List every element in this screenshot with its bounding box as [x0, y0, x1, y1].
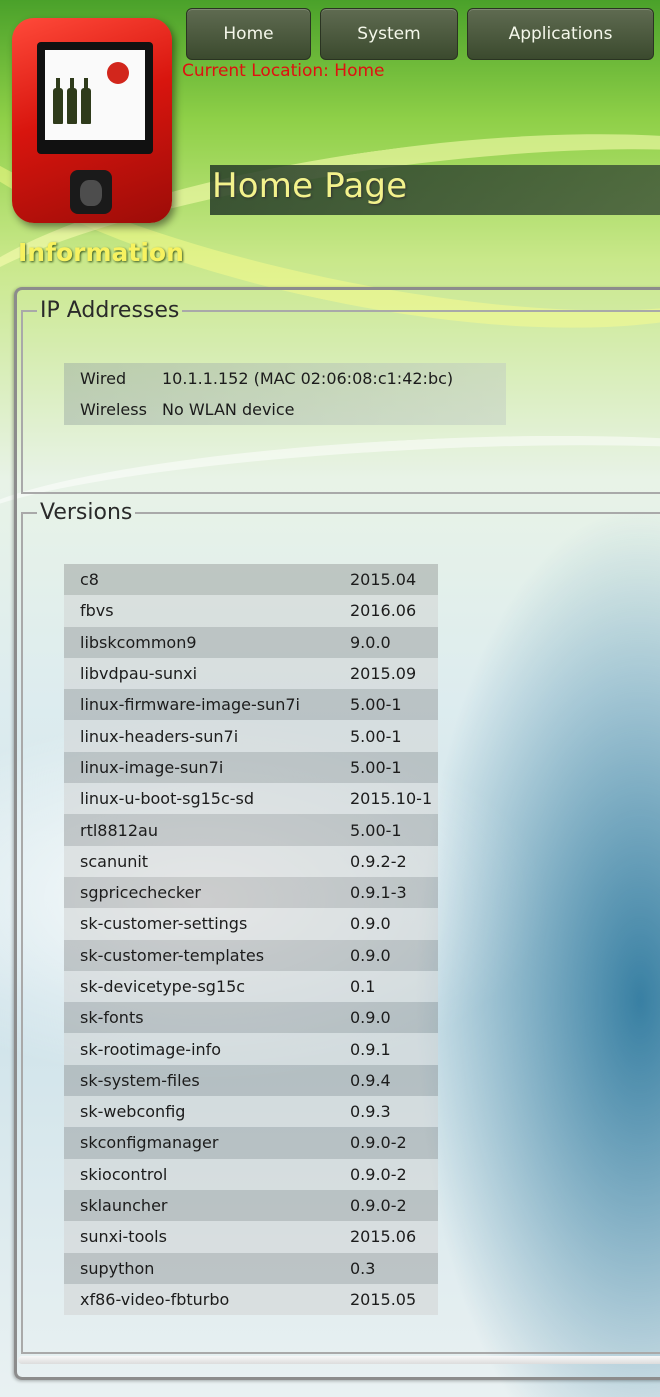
package-name-cell: linux-u-boot-sg15c-sd: [64, 783, 334, 815]
package-version-cell: 0.9.0-2: [334, 1158, 438, 1190]
ip-addresses-table: Wired 10.1.1.152 (MAC 02:06:08:c1:42:bc) W…: [64, 363, 506, 425]
table-row: skconfigmanager 0.9.0-2: [64, 1127, 438, 1159]
package-version-cell: 0.9.0-2: [334, 1127, 438, 1159]
table-row: rtl8812au 5.00-1: [64, 814, 438, 846]
nav-applications-button[interactable]: Applications: [467, 8, 654, 60]
nav-home-button[interactable]: Home: [186, 8, 311, 60]
package-version-cell: 0.9.1-3: [334, 876, 438, 909]
package-name-cell: linux-firmware-image-sun7i: [64, 689, 334, 721]
device-screen: [37, 42, 153, 154]
package-version-cell: 0.9.2-2: [334, 845, 438, 877]
versions-table: c8 2015.04 fbvs 2016.06 libskcommon9 9.0.0 lib…: [64, 564, 438, 1316]
table-row: linux-firmware-image-sun7i 5.00-1: [64, 689, 438, 721]
table-row: libvdpau-sunxi 2015.09: [64, 657, 438, 690]
table-row: sk-webconfig 0.9.3: [64, 1096, 438, 1128]
package-version-cell: 5.00-1: [334, 720, 438, 752]
table-row: skiocontrol 0.9.0-2: [64, 1158, 438, 1190]
table-row: fbvs 2016.06: [64, 595, 438, 627]
package-name-cell: scanunit: [64, 845, 334, 877]
package-version-cell: 0.9.0-2: [334, 1189, 438, 1222]
package-name-cell: sk-webconfig: [64, 1096, 334, 1128]
package-version-cell: 9.0.0: [334, 626, 438, 658]
package-name-cell: linux-headers-sun7i: [64, 720, 334, 752]
ip-addresses-legend: IP Addresses: [40, 298, 180, 323]
package-version-cell: 0.9.0: [334, 939, 438, 971]
table-row: sk-fonts 0.9.0: [64, 1002, 438, 1034]
ip-value-cell: 10.1.1.152 (MAC 02:06:08:c1:42:bc): [162, 369, 454, 388]
table-row: sklauncher 0.9.0-2: [64, 1189, 438, 1222]
table-row: sk-rootimage-info 0.9.1: [64, 1033, 438, 1065]
package-version-cell: 0.9.4: [334, 1064, 438, 1097]
table-row: sk-customer-templates 0.9.0: [64, 939, 438, 971]
package-name-cell: rtl8812au: [64, 814, 334, 846]
package-version-cell: 0.9.0: [334, 1002, 438, 1034]
package-version-cell: 5.00-1: [334, 751, 438, 784]
table-row: sunxi-tools 2015.06: [64, 1221, 438, 1253]
table-row: linux-headers-sun7i 5.00-1: [64, 720, 438, 752]
package-version-cell: 0.3: [334, 1252, 438, 1284]
table-row: xf86-video-fbturbo 2015.05: [64, 1283, 438, 1316]
package-version-cell: 5.00-1: [334, 689, 438, 721]
package-name-cell: sk-customer-templates: [64, 939, 334, 971]
package-version-cell: 2015.06: [334, 1221, 438, 1253]
table-row: sgpricechecker 0.9.1-3: [64, 876, 438, 909]
table-row: Wired 10.1.1.152 (MAC 02:06:08:c1:42:bc): [64, 363, 506, 394]
table-row: linux-u-boot-sg15c-sd 2015.10-1: [64, 783, 438, 815]
package-name-cell: xf86-video-fbturbo: [64, 1283, 334, 1316]
table-row: sk-customer-settings 0.9.0: [64, 908, 438, 940]
scanner-slot: [70, 170, 112, 214]
ip-label-cell: Wired: [80, 369, 127, 388]
package-name-cell: sk-customer-settings: [64, 908, 334, 940]
page-title: Home Page: [212, 166, 408, 206]
package-name-cell: linux-image-sun7i: [64, 751, 334, 784]
package-name-cell: sgpricechecker: [64, 876, 334, 909]
package-version-cell: 0.9.0: [334, 908, 438, 940]
package-name-cell: sklauncher: [64, 1189, 334, 1222]
device-logo: [12, 18, 172, 223]
table-row: c8 2015.04: [64, 564, 438, 596]
versions-legend: Versions: [40, 500, 133, 525]
package-version-cell: 0.9.1: [334, 1033, 438, 1065]
ip-label-cell: Wireless: [80, 400, 147, 419]
table-row: libskcommon9 9.0.0: [64, 626, 438, 658]
package-name-cell: sk-fonts: [64, 1002, 334, 1034]
package-name-cell: supython: [64, 1252, 334, 1284]
package-version-cell: 0.9.3: [334, 1096, 438, 1128]
ip-value-cell: No WLAN device: [162, 400, 295, 419]
table-row: sk-system-files 0.9.4: [64, 1064, 438, 1097]
package-name-cell: sk-system-files: [64, 1064, 334, 1097]
package-version-cell: 2015.09: [334, 657, 438, 690]
package-version-cell: 2015.05: [334, 1283, 438, 1316]
package-version-cell: 2015.10-1: [334, 783, 438, 815]
table-row: linux-image-sun7i 5.00-1: [64, 751, 438, 784]
nav-system-button[interactable]: System: [320, 8, 458, 60]
package-name-cell: libskcommon9: [64, 626, 334, 658]
table-row: scanunit 0.9.2-2: [64, 845, 438, 877]
package-name-cell: sunxi-tools: [64, 1221, 334, 1253]
section-title: Information: [18, 238, 184, 267]
package-name-cell: libvdpau-sunxi: [64, 657, 334, 690]
package-name-cell: sk-rootimage-info: [64, 1033, 334, 1065]
package-version-cell: 0.1: [334, 970, 438, 1003]
package-version-cell: 2015.04: [334, 564, 438, 596]
panel-bottom-edge: [18, 1356, 660, 1364]
table-row: supython 0.3: [64, 1252, 438, 1284]
package-name-cell: skconfigmanager: [64, 1127, 334, 1159]
package-name-cell: sk-devicetype-sg15c: [64, 970, 334, 1003]
table-row: Wireless No WLAN device: [64, 394, 506, 425]
package-name-cell: skiocontrol: [64, 1158, 334, 1190]
package-name-cell: c8: [64, 564, 334, 596]
package-name-cell: fbvs: [64, 595, 334, 627]
package-version-cell: 5.00-1: [334, 814, 438, 846]
package-version-cell: 2016.06: [334, 595, 438, 627]
table-row: sk-devicetype-sg15c 0.1: [64, 970, 438, 1003]
current-location: Current Location: Home: [182, 61, 385, 81]
